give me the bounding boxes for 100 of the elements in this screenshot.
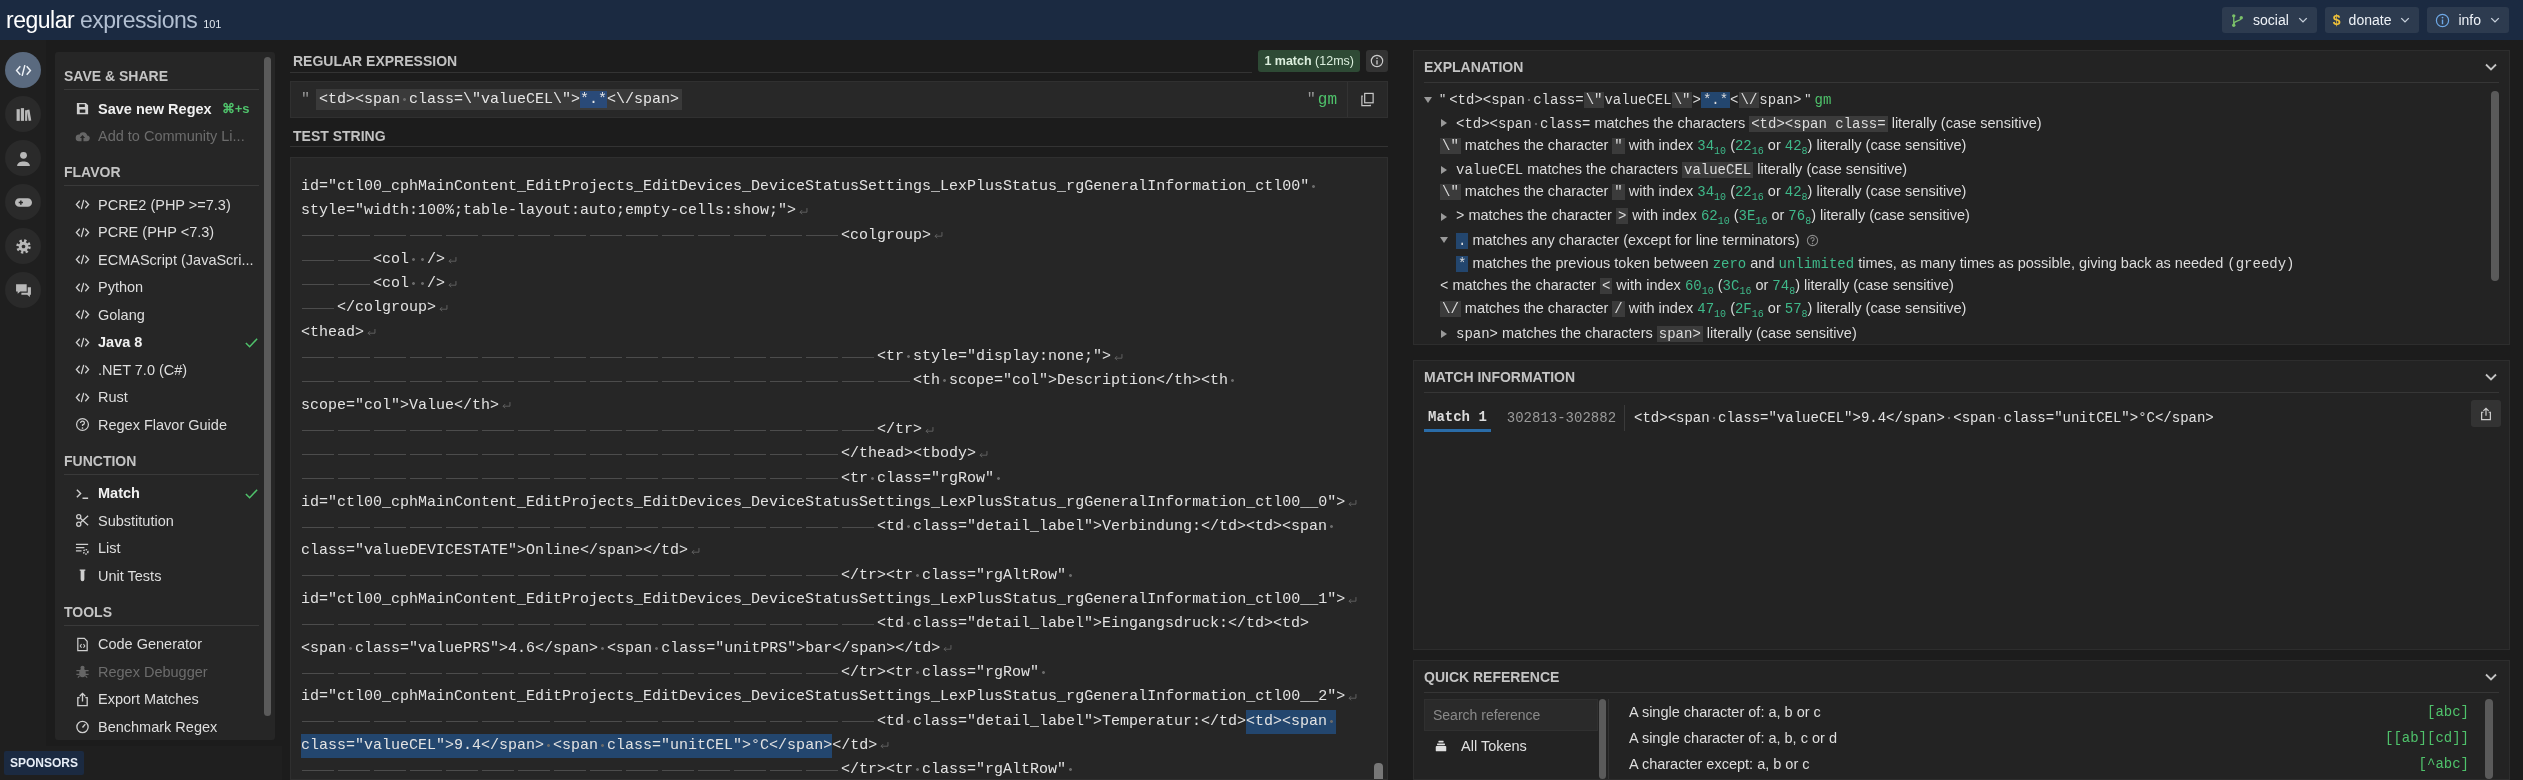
- match-text: <td><span class="valueCEL">9.4</span> <span class="unitCEL">°C</span>: [1634, 410, 2214, 426]
- nav-button[interactable]: [5, 96, 41, 132]
- chat-icon: [14, 281, 32, 299]
- explanation-line: " <td><span class=\"valueCEL\">*.*<\/span> " gm: [1440, 91, 1832, 109]
- reference-token: [[ab][cd]]: [2385, 729, 2469, 747]
- stack-icon: [1434, 739, 1448, 753]
- file-code-icon: [75, 636, 90, 652]
- scrollbar[interactable]: [1374, 763, 1383, 779]
- reference-description: A character except: a, b or c: [1629, 755, 1810, 773]
- panel-title: EXPLANATION: [1424, 58, 1525, 75]
- code-text: </thead><tbody>: [301, 442, 977, 467]
- matched-text: class="valueCEL">9.4</span> <span class="unitCEL">°C</span>: [301, 733, 833, 759]
- code-text: <tr style="display:none;">: [301, 345, 1112, 370]
- expand-icon[interactable]: [1440, 165, 1448, 174]
- scrollbar[interactable]: [2485, 699, 2493, 779]
- sidebar-item[interactable]: Unit Tests: [64, 562, 259, 590]
- code-text: <td class="detail_label">Eingangsdruck:</td><td>: [301, 612, 1310, 637]
- search-field[interactable]: Search reference: [1424, 699, 1598, 731]
- reference-description: A single character of: a, b or c: [1629, 703, 1821, 721]
- help-icon[interactable]: [1805, 233, 1819, 247]
- reference-token: [abc]: [2427, 703, 2469, 721]
- code-text: class="valueDEVICESTATE">Online</span></td>: [301, 541, 689, 562]
- nav-button[interactable]: [5, 140, 41, 176]
- code-text: <td class="detail_label">Temperatur:</td>: [301, 709, 1247, 734]
- delimiter: ": [1306, 91, 1316, 108]
- category-item[interactable]: All Tokens: [1424, 731, 1598, 761]
- header-button[interactable]: $ donate: [2324, 7, 2420, 33]
- logo[interactable]: regular expressions 101: [6, 6, 222, 34]
- sidebar-item[interactable]: PCRE2 (PHP >=7.3): [64, 191, 259, 219]
- share-icon: [75, 691, 90, 707]
- section-heading: FUNCTION: [64, 438, 259, 475]
- explanation-line: * matches the previous token between zero and unlimited times, as many times as possible, giving back as needed (greedy): [1456, 254, 2295, 272]
- sidebar-item[interactable]: Match: [64, 479, 259, 507]
- collapse-icon[interactable]: [1440, 236, 1448, 245]
- scrollbar[interactable]: [264, 57, 271, 716]
- scrollbar[interactable]: [1599, 699, 1606, 779]
- nav-button[interactable]: [5, 52, 41, 88]
- explanation-line: valueCEL matches the characters valueCEL literally (case sensitive): [1456, 161, 1908, 179]
- expand-icon[interactable]: [1440, 119, 1448, 128]
- explanation-line: <td><span class= matches the characters <td><span class= literally (case sensitive): [1456, 114, 2042, 132]
- regex-input[interactable]: <td><span class=\"valueCEL\">*.*<\/span>: [316, 89, 683, 110]
- expand-icon[interactable]: [1440, 212, 1448, 221]
- sidebar-item[interactable]: Regex Flavor Guide: [64, 411, 259, 439]
- sidebar-item[interactable]: Benchmark Regex: [64, 713, 259, 740]
- sidebar-item[interactable]: List: [64, 534, 259, 562]
- header-button[interactable]: social: [2222, 7, 2317, 33]
- match-tab[interactable]: Match 1: [1424, 404, 1491, 432]
- branch-icon: [2230, 12, 2245, 28]
- info-icon: [1370, 54, 1384, 68]
- sidebar-item[interactable]: Code Generator: [64, 630, 259, 658]
- nav-button[interactable]: [5, 272, 41, 308]
- reference-token: [^abc]: [2418, 755, 2469, 773]
- sidebar-item[interactable]: Substitution: [64, 507, 259, 535]
- sidebar-item[interactable]: Save new Regex ⌘+s: [64, 95, 259, 123]
- help-icon: [75, 417, 90, 433]
- code-text: id="ctl00_cphMainContent_EditProjects_EditDevices_DeviceStatusSettings_LexPlusStatus_rgGeneralInformation_ctl00__2">: [301, 687, 1346, 708]
- sponsors-label: SPONSORS: [4, 751, 84, 775]
- share-icon: [2479, 406, 2493, 421]
- code-text: <td class="detail_label">Verbindung:</td><td><span: [301, 515, 1337, 540]
- sidebar-item[interactable]: Export Matches: [64, 685, 259, 713]
- shortcut-hint: ⌘+s: [221, 101, 250, 117]
- sidebar-item[interactable]: ECMAScript (JavaScri...: [64, 246, 259, 274]
- export-button[interactable]: [2471, 400, 2501, 427]
- panel-title: REGULAR EXPRESSION: [290, 49, 1253, 73]
- gauge-icon: [75, 719, 90, 735]
- nav-button[interactable]: [5, 184, 41, 220]
- code-text: </tr><tr class="rgAltRow": [301, 758, 1076, 779]
- matched-text: <td><span: [1246, 709, 1337, 734]
- code-text: <colgroup>: [301, 223, 931, 248]
- match-count-badge: 1 match (12ms): [1258, 50, 1360, 72]
- code-text: style="width:100%;table-layout:auto;empty-cells:show;">: [301, 201, 797, 222]
- scissors-icon: [75, 513, 90, 529]
- explanation-line: \" matches the character " with index 34$_{10}$ (22$_{16}$ or 42$_{8}$) literally (case sensitive): [1440, 183, 1967, 204]
- scrollbar[interactable]: [2491, 91, 2499, 281]
- code-text: </tr><tr class="rgAltRow": [301, 563, 1076, 589]
- explanation-line: \" matches the character " with index 34$_{10}$ (22$_{16}$ or 42$_{8}$) literally (case sensitive): [1440, 136, 1967, 157]
- panel-title: MATCH INFORMATION: [1424, 368, 1577, 385]
- explanation-line: \/ matches the character / with index 47$_{10}$ (2F$_{16}$ or 57$_{8}$) literally (case sensitive): [1440, 300, 1967, 321]
- sidebar-item[interactable]: Java 8: [64, 328, 259, 356]
- section-heading: SAVE & SHARE: [64, 54, 259, 90]
- copy-icon: [1360, 92, 1375, 107]
- info-icon: [2435, 12, 2451, 28]
- sidebar-item[interactable]: .NET 7.0 (C#): [64, 356, 259, 384]
- explanation-line: > matches the character > with index 62$_{10}$ (3E$_{16}$ or 76$_{8}$) literally (case sensitive): [1456, 206, 1970, 227]
- nav-button[interactable]: [5, 228, 41, 264]
- library-icon: [14, 105, 32, 123]
- flags-button[interactable]: gm: [1317, 90, 1337, 109]
- match-range: 302813-302882: [1506, 405, 1626, 431]
- sidebar-item[interactable]: Golang: [64, 301, 259, 329]
- info-button[interactable]: [1366, 50, 1388, 72]
- user-icon: [14, 149, 32, 167]
- sidebar-item[interactable]: Rust: [64, 383, 259, 411]
- expand-icon[interactable]: [1440, 329, 1448, 338]
- code-text: id="ctl00_cphMainContent_EditProjects_EditDevices_DeviceStatusSettings_LexPlusStatus_rgGeneralInformation_ctl00__1">: [301, 590, 1346, 611]
- test-string-editor[interactable]: [290, 157, 1388, 780]
- sidebar-item[interactable]: PCRE (PHP <7.3): [64, 218, 259, 246]
- collapse-icon[interactable]: [1424, 95, 1432, 104]
- header-button[interactable]: info: [2427, 7, 2509, 33]
- sidebar-item[interactable]: Python: [64, 273, 259, 301]
- panel-title: QUICK REFERENCE: [1424, 668, 1561, 685]
